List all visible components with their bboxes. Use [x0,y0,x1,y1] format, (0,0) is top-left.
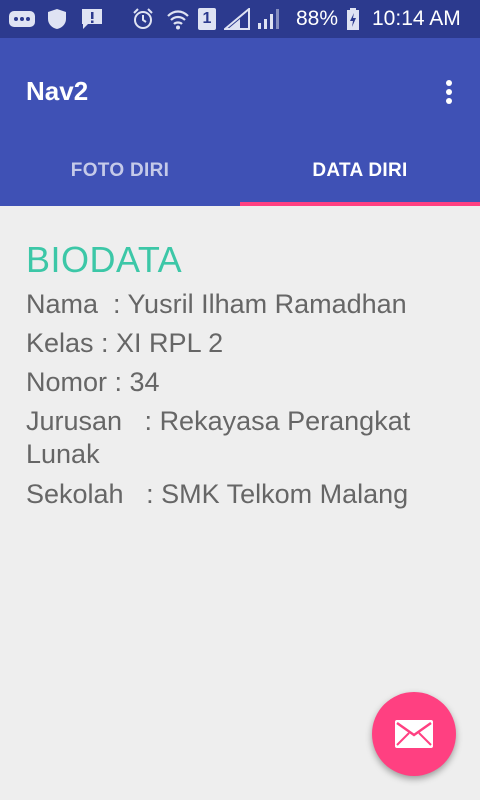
shield-icon [48,9,66,29]
mail-icon [395,720,433,748]
biodata-title: BIODATA [26,239,183,280]
biodata-jurusan: Jurusan : Rekayasa Perangkat Lunak [26,406,418,469]
biodata-sekolah: Sekolah : SMK Telkom Malang [26,479,409,509]
battery-percent: 88% [296,7,339,30]
sim-icon: 1 [198,8,216,30]
signal-icon [258,9,279,29]
messenger-icon [9,11,35,27]
more-vert-icon[interactable] [434,76,464,108]
mail-fab-button[interactable] [372,692,456,776]
status-bar: 1 88% 10:14 AM [0,0,480,38]
tab-foto-diri[interactable]: FOTO DIRI [0,146,240,206]
signal-icon [224,8,250,30]
biodata-kelas: Kelas : XI RPL 2 [26,328,224,358]
wifi-icon [167,10,189,30]
biodata-nomor: Nomor : 34 [26,367,160,397]
tab-bar: FOTO DIRI DATA DIRI [0,146,480,206]
alarm-icon [133,8,153,29]
app-bar: Nav2 FOTO DIRI DATA DIRI [0,38,480,206]
biodata-nama: Nama : Yusril Ilham Ramadhan [26,289,407,319]
tab-data-diri[interactable]: DATA DIRI [240,146,480,206]
battery-charging-icon [347,8,359,30]
alert-icon [82,9,102,29]
clock: 10:14 AM [372,7,461,30]
app-title: Nav2 [26,76,89,106]
